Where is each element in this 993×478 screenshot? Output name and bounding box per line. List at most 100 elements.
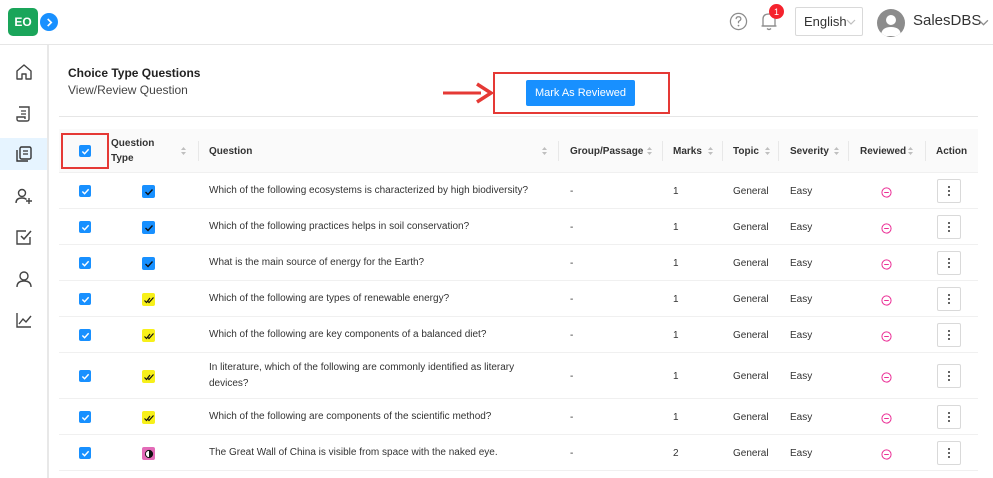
divider	[59, 116, 978, 117]
check-icon	[81, 148, 89, 155]
row-action-menu-button[interactable]	[937, 405, 961, 429]
column-header-question[interactable]: Question	[209, 129, 559, 173]
column-separator	[778, 141, 779, 161]
marks-cell: 1	[673, 370, 679, 382]
sidebar-item-question-bank[interactable]	[0, 138, 47, 170]
more-vertical-icon	[948, 448, 950, 458]
group-passage-cell: -	[570, 257, 574, 269]
chevron-down-icon[interactable]	[978, 17, 989, 28]
column-header-group-passage[interactable]: Group/Passage	[570, 129, 665, 173]
question-type-badge	[142, 447, 155, 460]
row-action-menu-button[interactable]	[937, 323, 961, 347]
row-checkbox[interactable]	[79, 185, 91, 197]
language-value: English	[804, 14, 847, 29]
home-icon	[15, 64, 32, 80]
help-icon[interactable]	[729, 12, 748, 31]
marks-cell: 1	[673, 329, 679, 341]
language-select[interactable]: English	[795, 7, 863, 36]
question-type-badge	[142, 293, 155, 306]
table-row: Which of the following practices helps i…	[59, 209, 978, 245]
column-header-topic[interactable]: Topic	[733, 129, 783, 173]
question-type-badge	[142, 185, 155, 198]
severity-cell: Easy	[790, 221, 813, 233]
severity-cell: Easy	[790, 293, 813, 305]
not-reviewed-icon	[881, 413, 892, 424]
mark-as-reviewed-button[interactable]: Mark As Reviewed	[526, 80, 635, 106]
row-action-menu-button[interactable]	[937, 287, 961, 311]
row-checkbox[interactable]	[79, 293, 91, 305]
chevron-right-icon	[46, 17, 52, 27]
sidebar-item-home[interactable]	[0, 56, 47, 88]
sort-icon	[765, 147, 770, 155]
row-checkbox[interactable]	[79, 411, 91, 423]
single-choice-icon	[144, 188, 153, 196]
row-action-menu-button[interactable]	[937, 251, 961, 275]
column-separator	[925, 141, 926, 161]
not-reviewed-icon	[881, 449, 892, 460]
more-vertical-icon	[948, 412, 950, 422]
sidebar-item-review[interactable]	[0, 221, 47, 253]
question-type-badge	[142, 411, 155, 424]
select-all-checkbox[interactable]	[79, 145, 91, 157]
check-icon	[81, 414, 89, 421]
question-text: In literature, which of the following ar…	[209, 362, 515, 389]
row-action-menu-button[interactable]	[937, 364, 961, 388]
table-row: The Great Wall of China is visible from …	[59, 435, 978, 471]
sort-icon	[181, 147, 186, 155]
column-header-reviewed[interactable]: Reviewed	[860, 129, 924, 173]
row-checkbox[interactable]	[79, 447, 91, 459]
question-type-badge	[142, 257, 155, 270]
row-action-menu-button[interactable]	[937, 179, 961, 203]
more-vertical-icon	[948, 330, 950, 340]
sort-icon	[908, 147, 913, 155]
topic-cell: General	[733, 370, 769, 382]
question-text: Which of the following are key component…	[209, 329, 487, 340]
column-header-marks[interactable]: Marks	[673, 129, 723, 173]
table-row: Which of the following are components of…	[59, 399, 978, 435]
row-checkbox[interactable]	[79, 370, 91, 382]
marks-cell: 1	[673, 411, 679, 423]
user-name[interactable]: SalesDBS	[913, 12, 981, 29]
not-reviewed-icon	[881, 331, 892, 342]
more-vertical-icon	[948, 186, 950, 196]
avatar[interactable]	[877, 9, 905, 37]
question-type-badge	[142, 370, 155, 383]
multi-choice-icon	[143, 414, 154, 421]
row-checkbox[interactable]	[79, 329, 91, 341]
check-icon	[81, 260, 89, 267]
question-text: Which of the following are types of rene…	[209, 293, 450, 304]
app-logo[interactable]: EO	[8, 8, 38, 36]
severity-cell: Easy	[790, 329, 813, 341]
user-avatar-icon	[881, 15, 901, 36]
severity-cell: Easy	[790, 185, 813, 197]
column-header-question-type[interactable]: Question Type	[111, 129, 186, 173]
check-icon	[81, 450, 89, 457]
add-user-icon	[14, 188, 32, 204]
question-type-badge	[142, 221, 155, 234]
page-subtitle: View/Review Question	[68, 83, 188, 97]
check-icon	[81, 224, 89, 231]
marks-cell: 1	[673, 185, 679, 197]
not-reviewed-icon	[881, 187, 892, 198]
sort-icon	[647, 147, 652, 155]
multi-choice-icon	[143, 296, 154, 303]
row-checkbox[interactable]	[79, 221, 91, 233]
marks-cell: 1	[673, 221, 679, 233]
expand-sidebar-button[interactable]	[40, 13, 58, 31]
column-header-severity[interactable]: Severity	[790, 129, 852, 173]
question-text: Which of the following are components of…	[209, 411, 492, 422]
question-text: Which of the following ecosystems is cha…	[209, 185, 529, 196]
sort-icon	[542, 147, 547, 155]
sidebar-item-reports[interactable]	[0, 304, 47, 336]
topic-cell: General	[733, 293, 769, 305]
question-text: What is the main source of energy for th…	[209, 257, 425, 268]
group-passage-cell: -	[570, 447, 574, 459]
not-reviewed-icon	[881, 223, 892, 234]
sidebar-item-exams[interactable]	[0, 98, 47, 130]
top-bar: EO 1 English SalesDBS	[0, 0, 993, 45]
sidebar-item-profile[interactable]	[0, 263, 47, 295]
row-action-menu-button[interactable]	[937, 215, 961, 239]
sidebar-item-add-user[interactable]	[0, 180, 47, 212]
row-checkbox[interactable]	[79, 257, 91, 269]
row-action-menu-button[interactable]	[937, 441, 961, 465]
